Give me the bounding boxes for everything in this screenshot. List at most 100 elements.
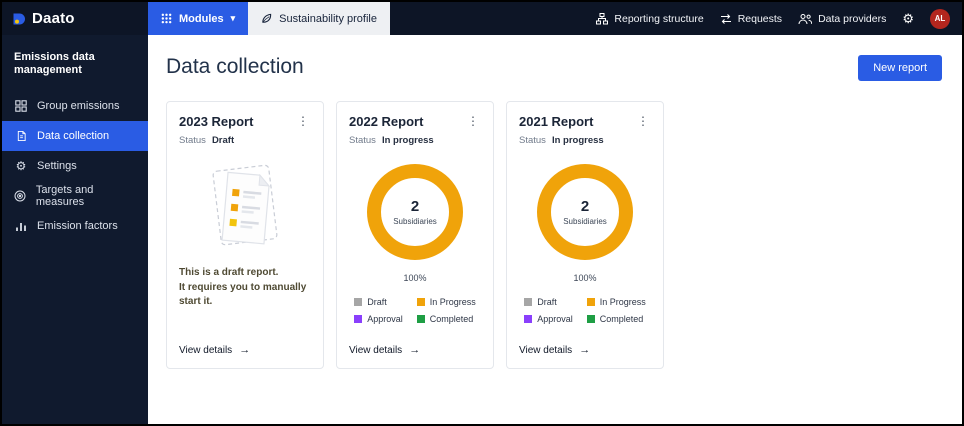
legend-label: In Progress <box>599 297 646 307</box>
in-progress-swatch <box>416 298 425 306</box>
dashboard-grid-icon <box>14 100 28 113</box>
sidebar-item-settings[interactable]: ⚙ Settings <box>2 151 148 181</box>
card-title: 2021 Report <box>519 114 594 129</box>
sidebar-item-targets-and-measures[interactable]: Targets and measures <box>2 181 148 211</box>
sidebar-item-emission-factors[interactable]: Emission factors <box>2 211 148 241</box>
completed-swatch <box>586 315 595 323</box>
legend-label: Draft <box>367 297 387 307</box>
sidebar-title: Emissions data management <box>14 51 95 77</box>
reporting-structure-button[interactable]: Reporting structure <box>596 12 704 25</box>
card-title: 2023 Report <box>179 114 254 129</box>
card-header: 2023 Report ⋮ <box>179 114 311 129</box>
card-title: 2022 Report <box>349 114 424 129</box>
in-progress-swatch <box>586 298 595 306</box>
legend-label: Completed <box>599 314 644 324</box>
settings-gear-button[interactable]: ⚙ <box>902 12 914 25</box>
gear-icon: ⚙ <box>15 159 27 174</box>
main-header: Data collection New report <box>166 55 942 81</box>
view-details-label: View details <box>179 345 233 356</box>
draft-document-illustration <box>212 164 278 246</box>
sidebar-item-label: Settings <box>37 160 77 173</box>
gear-icon: ⚙ <box>902 11 914 26</box>
legend-item-in-progress: In Progress <box>416 297 476 307</box>
kebab-menu-icon[interactable]: ⋮ <box>295 114 311 128</box>
new-report-button[interactable]: New report <box>858 55 942 81</box>
status-legend: Draft In Progress Approval Completed <box>349 297 481 324</box>
view-details-link[interactable]: View details → <box>349 333 481 357</box>
status-value: In progress <box>551 135 604 146</box>
legend-item-completed: Completed <box>416 314 476 324</box>
legend-label: Completed <box>429 314 474 324</box>
chevron-down-icon: ▾ <box>230 13 236 23</box>
sidebar-item-label: Targets and measures <box>35 184 94 209</box>
legend-item-approval: Approval <box>524 314 573 324</box>
status-value: Draft <box>211 135 235 146</box>
report-cards: 2023 Report ⋮ Status Draft This is a dra… <box>166 101 942 369</box>
exchange-arrows-icon <box>720 13 732 25</box>
page-title: Data collection <box>166 55 304 78</box>
app-window: Daato Modules ▾ Sustainability profile R… <box>0 0 964 426</box>
hierarchy-icon <box>596 12 609 25</box>
main-panel: Data collection New report 2023 Report ⋮… <box>148 35 962 424</box>
status-row: Status Draft <box>179 135 311 146</box>
sidebar-item-label: Data collection <box>37 130 110 143</box>
content-area: Emissions data management Group emission… <box>2 35 962 424</box>
legend-item-approval: Approval <box>354 314 403 324</box>
card-header: 2022 Report ⋮ <box>349 114 481 129</box>
reporting-structure-label: Reporting structure <box>614 12 704 25</box>
view-details-label: View details <box>519 345 573 356</box>
legend-label: In Progress <box>429 297 476 307</box>
donut-percent: 100% <box>403 273 427 283</box>
legend-label: Draft <box>537 297 557 307</box>
report-card-2022: 2022 Report ⋮ Status In progress 2 Subsi… <box>336 101 494 369</box>
status-value: In progress <box>381 135 434 146</box>
status-row: Status In progress <box>349 135 481 146</box>
avatar[interactable]: AL <box>930 8 950 29</box>
document-icon <box>14 130 28 142</box>
avatar-initials: AL <box>934 14 946 23</box>
view-details-link[interactable]: View details → <box>519 333 651 357</box>
top-bar: Daato Modules ▾ Sustainability profile R… <box>2 2 962 35</box>
sustainability-label: Sustainability profile <box>279 12 377 25</box>
draft-note-line2: It requires you to manually start it. <box>179 281 307 308</box>
approval-swatch <box>354 315 363 323</box>
modules-label: Modules <box>179 12 224 25</box>
requests-label: Requests <box>737 12 783 25</box>
daato-logo-icon <box>12 12 26 26</box>
legend-item-in-progress: In Progress <box>586 297 646 307</box>
bar-chart-icon <box>14 220 28 232</box>
sidebar-item-label: Group emissions <box>37 100 120 113</box>
completed-swatch <box>416 315 425 323</box>
people-icon <box>798 13 813 25</box>
donut-label: Subsidiaries <box>393 217 437 226</box>
report-card-2023: 2023 Report ⋮ Status Draft This is a dra… <box>166 101 324 369</box>
donut-count: 2 <box>580 198 590 215</box>
legend-item-draft: Draft <box>354 297 403 307</box>
legend-item-draft: Draft <box>524 297 573 307</box>
arrow-right-icon: → <box>409 344 421 356</box>
arrow-right-icon: → <box>239 344 251 356</box>
draft-swatch <box>524 298 533 306</box>
donut-count: 2 <box>410 198 420 215</box>
leaf-icon <box>261 13 272 24</box>
draft-swatch <box>354 298 363 306</box>
draft-note-line1: This is a draft report. <box>179 267 279 278</box>
target-icon <box>14 190 27 202</box>
status-label: Status <box>349 135 376 146</box>
approval-swatch <box>524 315 533 323</box>
requests-button[interactable]: Requests <box>720 13 782 25</box>
grid-icon <box>161 13 172 24</box>
legend-item-completed: Completed <box>586 314 646 324</box>
kebab-menu-icon[interactable]: ⋮ <box>465 114 481 128</box>
kebab-menu-icon[interactable]: ⋮ <box>635 114 651 128</box>
data-providers-button[interactable]: Data providers <box>798 13 886 25</box>
donut-label: Subsidiaries <box>563 217 607 226</box>
modules-menu-button[interactable]: Modules ▾ <box>148 2 249 35</box>
donut-percent: 100% <box>573 273 597 283</box>
legend-label: Approval <box>537 314 573 324</box>
view-details-link[interactable]: View details → <box>179 333 311 357</box>
brand[interactable]: Daato <box>2 10 148 27</box>
tab-sustainability-profile[interactable]: Sustainability profile <box>248 2 390 35</box>
sidebar-item-group-emissions[interactable]: Group emissions <box>2 91 148 121</box>
sidebar-item-data-collection[interactable]: Data collection <box>2 121 148 152</box>
